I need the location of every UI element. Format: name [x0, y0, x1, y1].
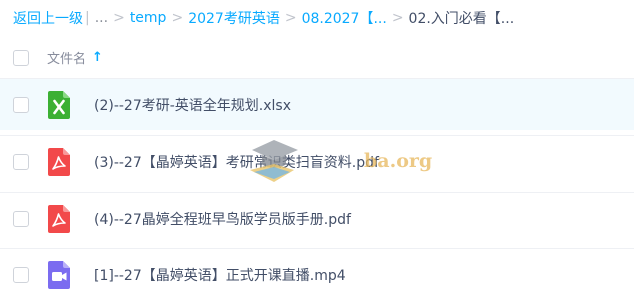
excel-icon	[48, 91, 70, 119]
video-icon	[48, 261, 70, 289]
row-checkbox[interactable]	[13, 267, 29, 283]
breadcrumb-separator: >	[171, 10, 184, 26]
breadcrumb: 返回上一级 | ... > temp > 2027考研英语 > 08.2027【…	[13, 8, 514, 28]
file-name[interactable]: (4)--27晶婷全程班早鸟版学员版手册.pdf	[94, 209, 351, 229]
file-row[interactable]: [1]--27【晶婷英语】正式开课直播.mp4	[0, 248, 634, 300]
list-header: 文件名 ↑	[0, 38, 634, 78]
breadcrumb-separator: >	[391, 10, 404, 26]
breadcrumb-ellipsis[interactable]: ...	[95, 10, 108, 26]
file-row[interactable]: (2)--27考研-英语全年规划.xlsx	[0, 78, 634, 130]
file-name[interactable]: (2)--27考研-英语全年规划.xlsx	[94, 95, 291, 115]
row-checkbox[interactable]	[13, 154, 29, 170]
back-link[interactable]: 返回上一级	[13, 8, 83, 28]
file-name[interactable]: (3)--27【晶婷英语】考研常识类扫盲资料.pdf	[94, 152, 379, 172]
pdf-icon	[48, 205, 70, 233]
breadcrumb-current: 02.入门必看【...	[408, 11, 515, 27]
breadcrumb-item-08[interactable]: 08.2027【...	[302, 8, 387, 28]
breadcrumb-separator: >	[284, 10, 297, 26]
breadcrumb-item-temp[interactable]: temp	[130, 10, 167, 26]
sort-filename-header[interactable]: 文件名 ↑	[47, 48, 103, 67]
breadcrumb-item-2027[interactable]: 2027考研英语	[188, 8, 280, 28]
column-label: 文件名	[47, 52, 87, 67]
file-row[interactable]: (4)--27晶婷全程班早鸟版学员版手册.pdf	[0, 192, 634, 244]
file-name[interactable]: [1]--27【晶婷英语】正式开课直播.mp4	[94, 265, 346, 285]
select-all-checkbox[interactable]	[13, 50, 29, 66]
breadcrumb-pipe: |	[85, 10, 90, 26]
pdf-icon	[48, 148, 70, 176]
row-checkbox[interactable]	[13, 97, 29, 113]
row-checkbox[interactable]	[13, 211, 29, 227]
sort-arrow-icon: ↑	[92, 50, 103, 65]
breadcrumb-separator: >	[113, 10, 125, 26]
file-row[interactable]: (3)--27【晶婷英语】考研常识类扫盲资料.pdf	[0, 135, 634, 187]
